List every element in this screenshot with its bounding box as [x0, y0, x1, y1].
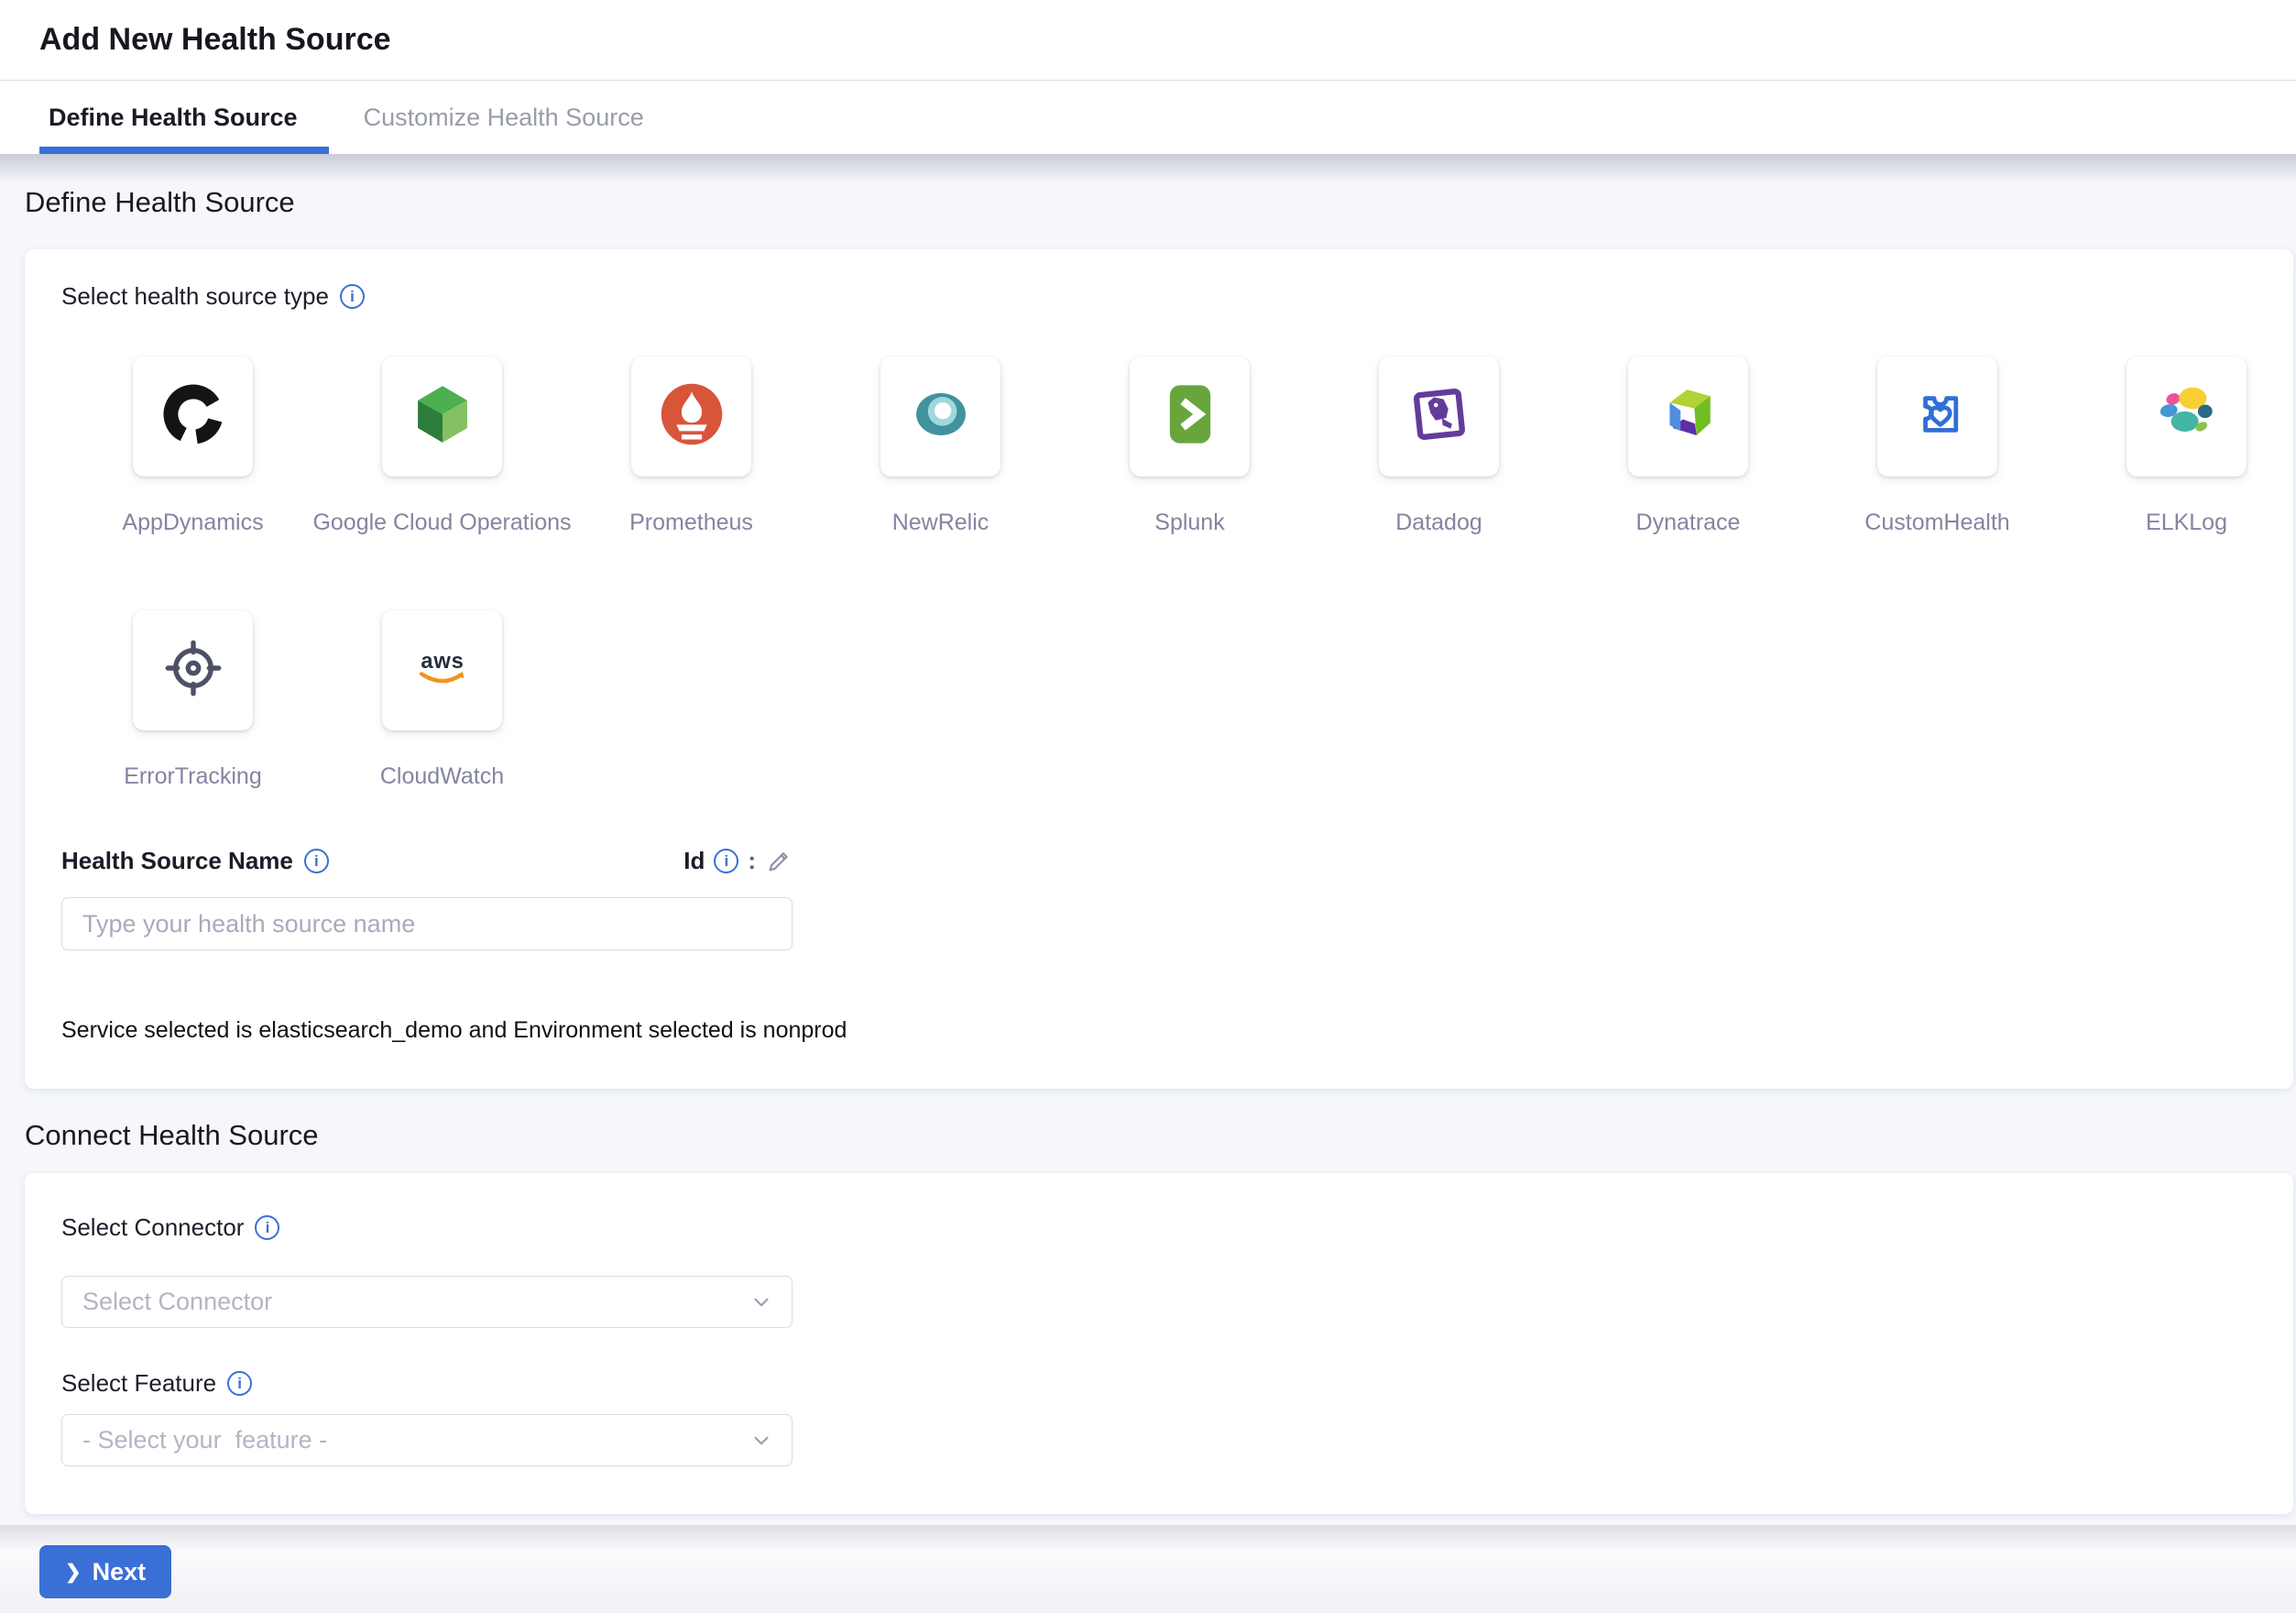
health-source-tile[interactable]	[382, 357, 502, 477]
health-source-tile[interactable]: aws	[382, 610, 502, 730]
next-button-label: Next	[93, 1558, 147, 1586]
health-source-name-row: Health Source Name i Id i :	[61, 847, 793, 875]
health-source-label: CustomHealth	[1864, 510, 2009, 536]
chevron-down-icon	[749, 1429, 773, 1453]
tab-bar: Define Health Source Customize Health So…	[0, 82, 2296, 154]
select-type-row: Select health source type i	[61, 282, 365, 311]
health-source-type-newrelic[interactable]: NewRelic	[880, 357, 1000, 536]
health-source-type-prometheus[interactable]: Prometheus	[631, 357, 751, 536]
chevron-right-icon: ❯	[65, 1561, 82, 1584]
id-label: Id	[683, 847, 705, 875]
health-source-type-customhealth[interactable]: CustomHealth	[1877, 357, 1997, 536]
info-icon[interactable]: i	[304, 849, 329, 873]
health-source-type-grid-row-2: ErrorTracking aws CloudWatch	[133, 610, 502, 790]
health-source-tile[interactable]	[133, 357, 253, 477]
tab-customize-health-source[interactable]: Customize Health Source	[364, 104, 644, 132]
health-source-tile[interactable]	[2127, 357, 2247, 477]
footer-bar: ❯ Next	[0, 1525, 2296, 1613]
health-source-type-grid-row-1: AppDynamics Google Cloud Operations	[133, 357, 2247, 536]
health-source-name-input[interactable]	[61, 897, 793, 950]
next-button[interactable]: ❯ Next	[39, 1545, 171, 1598]
splunk-icon	[1155, 379, 1225, 454]
connector-dropdown[interactable]: Select Connector	[61, 1276, 793, 1328]
connector-dropdown-placeholder: Select Connector	[82, 1288, 272, 1316]
health-source-name-label: Health Source Name	[61, 847, 293, 875]
health-source-label: Google Cloud Operations	[312, 510, 571, 536]
health-source-type-errortracking[interactable]: ErrorTracking	[133, 610, 253, 790]
cloudwatch-icon: aws	[408, 633, 477, 708]
active-tab-underline	[39, 147, 329, 154]
google-cloud-operations-icon	[408, 379, 477, 454]
dynatrace-icon	[1654, 379, 1723, 454]
connect-health-source-card: Select Connector i Select Connector Sele…	[25, 1173, 2293, 1514]
health-source-tile[interactable]	[880, 357, 1000, 477]
prometheus-icon	[657, 379, 727, 454]
feature-dropdown[interactable]: - Select your feature -	[61, 1414, 793, 1466]
info-icon[interactable]: i	[340, 284, 365, 309]
appdynamics-icon	[159, 379, 228, 454]
health-source-tile[interactable]	[1877, 357, 1997, 477]
health-source-type-cloudwatch[interactable]: aws CloudWatch	[382, 610, 502, 790]
health-source-type-datadog[interactable]: Datadog	[1379, 357, 1499, 536]
service-environment-note: Service selected is elasticsearch_demo a…	[61, 1017, 847, 1044]
connect-section-heading: Connect Health Source	[25, 1119, 319, 1152]
health-source-label: Dynatrace	[1636, 510, 1741, 536]
elklog-icon	[2152, 379, 2222, 454]
define-section-heading: Define Health Source	[25, 186, 295, 219]
health-source-tile[interactable]	[1130, 357, 1250, 477]
info-icon[interactable]: i	[255, 1215, 279, 1240]
health-source-type-splunk[interactable]: Splunk	[1130, 357, 1250, 536]
health-source-label: Prometheus	[629, 510, 753, 536]
health-source-type-google-cloud-operations[interactable]: Google Cloud Operations	[382, 357, 502, 536]
chevron-down-icon	[749, 1290, 773, 1314]
health-source-tile[interactable]	[1628, 357, 1748, 477]
select-connector-label: Select Connector	[61, 1213, 244, 1242]
tab-bar-shadow	[0, 154, 2296, 183]
page-title: Add New Health Source	[39, 22, 391, 58]
info-icon[interactable]: i	[714, 849, 738, 873]
health-source-label: NewRelic	[892, 510, 989, 536]
customhealth-icon	[1903, 379, 1973, 454]
health-source-label: ELKLog	[2146, 510, 2227, 536]
newrelic-icon	[906, 379, 976, 454]
health-source-type-dynatrace[interactable]: Dynatrace	[1628, 357, 1748, 536]
errortracking-icon	[159, 633, 228, 708]
health-source-label: ErrorTracking	[124, 763, 262, 790]
health-source-type-appdynamics[interactable]: AppDynamics	[133, 357, 253, 536]
id-group: Id i :	[683, 847, 793, 875]
health-source-label: Datadog	[1395, 510, 1482, 536]
select-connector-label-row: Select Connector i	[61, 1213, 279, 1242]
id-colon: :	[748, 847, 756, 875]
health-source-tile[interactable]	[631, 357, 751, 477]
health-source-type-elklog[interactable]: ELKLog	[2127, 357, 2247, 536]
select-feature-label: Select Feature	[61, 1369, 216, 1398]
health-source-label: CloudWatch	[380, 763, 504, 790]
tab-define-health-source[interactable]: Define Health Source	[49, 104, 298, 132]
define-health-source-card: Select health source type i AppDynamics	[25, 249, 2293, 1089]
feature-dropdown-placeholder: - Select your feature -	[82, 1426, 327, 1454]
health-source-tile[interactable]	[133, 610, 253, 730]
svg-text:aws: aws	[421, 649, 464, 674]
select-type-label: Select health source type	[61, 282, 329, 311]
page-header: Add New Health Source	[0, 0, 2296, 81]
health-source-tile[interactable]	[1379, 357, 1499, 477]
datadog-icon	[1405, 379, 1474, 454]
info-icon[interactable]: i	[227, 1371, 252, 1396]
health-source-label: AppDynamics	[122, 510, 263, 536]
edit-id-pencil-icon[interactable]	[765, 848, 793, 875]
select-feature-label-row: Select Feature i	[61, 1369, 252, 1398]
health-source-label: Splunk	[1154, 510, 1224, 536]
add-health-source-page: Add New Health Source Define Health Sour…	[0, 0, 2296, 1613]
